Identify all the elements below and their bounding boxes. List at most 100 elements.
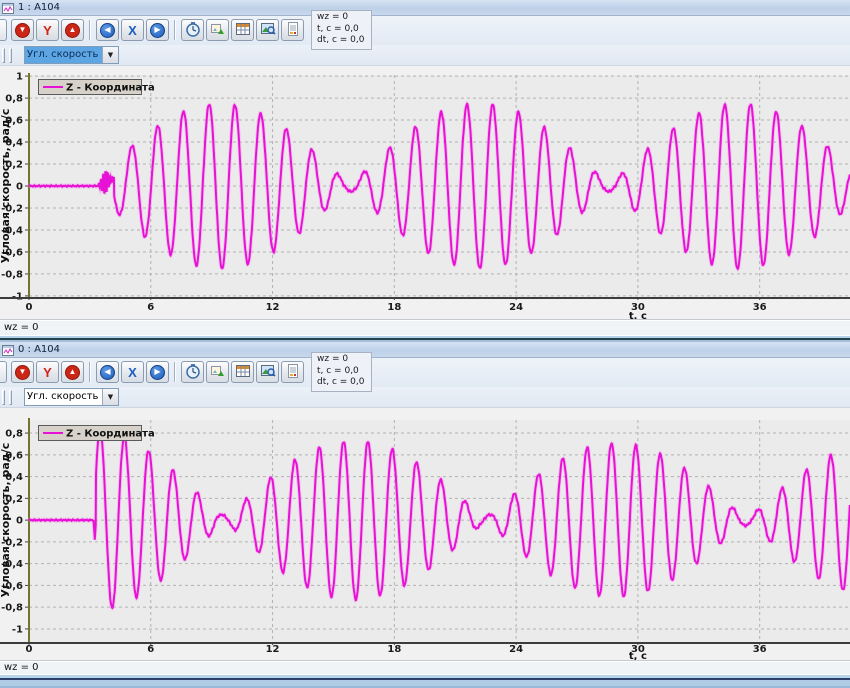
- signal-select-row: Угл. скорость ▼: [0, 45, 850, 66]
- y-axis-button[interactable]: Y: [36, 19, 59, 41]
- readout-dt: dt, c = 0,0: [317, 377, 365, 389]
- toolbar-separator: [174, 20, 176, 40]
- chart-canvas[interactable]: 10,80,60,40,20-0,2-0,4-0,6-0,8-106121824…: [0, 66, 850, 319]
- chart-window-0: 0 : A104 ▼ Y ▲ ◀ X ▶ wz = 0 t, c = 0,0 d…: [0, 342, 850, 674]
- y-down-button[interactable]: ▼: [11, 361, 34, 383]
- picture-magnifier-icon: [260, 21, 276, 40]
- toolbar-grip[interactable]: [0, 19, 7, 41]
- y-axis-title: Угловая скорость, рад/с: [0, 109, 12, 264]
- x-tick-label: 12: [266, 644, 280, 655]
- x-tick-label: 6: [147, 302, 154, 313]
- background-window-edge: [0, 674, 850, 688]
- dropdown-button[interactable]: ▼: [102, 47, 118, 63]
- x-tick-label: 6: [147, 644, 154, 655]
- readout-dt: dt, c = 0,0: [317, 35, 365, 47]
- y-tick-label: -0,8: [1, 269, 23, 280]
- y-axis-button[interactable]: Y: [36, 361, 59, 383]
- image-arrow-icon: [210, 21, 226, 40]
- chart-canvas[interactable]: 0,80,60,40,20-0,2-0,4-0,6-0,8-1061218243…: [0, 408, 850, 660]
- dropdown-button[interactable]: ▼: [102, 389, 118, 405]
- signal-select-row: Угл. скорость ▼: [0, 387, 850, 408]
- window-chart-icon: [2, 344, 14, 356]
- toolbar-grip[interactable]: [0, 361, 7, 383]
- y-tick-label: -1: [12, 624, 23, 635]
- y-tick-label: -0,8: [1, 603, 23, 614]
- readout-t: t, c = 0,0: [317, 366, 365, 378]
- window-title: 1 : A104: [18, 2, 60, 13]
- status-text: wz = 0: [4, 322, 39, 333]
- toolbar-grip[interactable]: [9, 390, 12, 405]
- document-icon: [285, 363, 301, 382]
- report-button[interactable]: [281, 361, 304, 383]
- window-chart-icon: [2, 2, 14, 14]
- y-up-button[interactable]: ▲: [61, 361, 84, 383]
- window-border: [0, 335, 850, 342]
- x-tick-label: 18: [387, 644, 401, 655]
- window-title: 0 : A104: [18, 344, 60, 355]
- x-tick-label: 24: [509, 644, 523, 655]
- x-tick-label: 36: [753, 644, 767, 655]
- toolbar-grip[interactable]: [2, 390, 5, 405]
- chart-area: 0,80,60,40,20-0,2-0,4-0,6-0,8-1061218243…: [0, 408, 850, 660]
- readout-t: t, c = 0,0: [317, 24, 365, 36]
- x-left-button[interactable]: ◀: [96, 19, 119, 41]
- arrow-down-icon: ▼: [15, 365, 30, 380]
- signal-select[interactable]: Угл. скорость ▼: [24, 46, 119, 64]
- toolbar: ▼ Y ▲ ◀ X ▶ wz = 0 t, c = 0,0 dt, c = 0,…: [0, 358, 850, 387]
- y-tick-label: 1: [16, 72, 23, 83]
- picture-magnifier-icon: [260, 363, 276, 382]
- x-axis-button[interactable]: X: [121, 361, 144, 383]
- x-tick-label: 0: [26, 302, 33, 313]
- table-button[interactable]: [231, 361, 254, 383]
- readout-wz: wz = 0: [317, 12, 365, 24]
- y-axis-title: Угловая скорость, рад/с: [0, 443, 12, 598]
- toolbar-separator: [174, 362, 176, 382]
- status-text: wz = 0: [4, 662, 39, 673]
- x-axis-title: t, c: [629, 651, 647, 660]
- toolbar-separator: [89, 362, 91, 382]
- x-tick-label: 18: [387, 302, 401, 313]
- x-tick-label: 36: [753, 302, 767, 313]
- stopwatch-button[interactable]: [181, 361, 204, 383]
- snapshot-button[interactable]: [256, 19, 279, 41]
- arrow-left-icon: ◀: [100, 365, 115, 380]
- x-tick-label: 12: [266, 302, 280, 313]
- stopwatch-icon: [185, 21, 201, 40]
- legend-label: Z - Координата: [66, 83, 155, 94]
- y-tick-label: 0,8: [5, 429, 23, 440]
- export-image-button[interactable]: [206, 19, 229, 41]
- export-image-button[interactable]: [206, 361, 229, 383]
- report-button[interactable]: [281, 19, 304, 41]
- toolbar-grip[interactable]: [9, 48, 12, 63]
- readout-panel: wz = 0 t, c = 0,0 dt, c = 0,0: [311, 352, 372, 392]
- toolbar-grip[interactable]: [2, 48, 5, 63]
- window-titlebar[interactable]: 0 : A104: [0, 342, 850, 358]
- x-right-button[interactable]: ▶: [146, 19, 169, 41]
- status-bar: wz = 0: [0, 319, 850, 335]
- y-down-button[interactable]: ▼: [11, 19, 34, 41]
- table-button[interactable]: [231, 19, 254, 41]
- x-right-button[interactable]: ▶: [146, 361, 169, 383]
- stopwatch-button[interactable]: [181, 19, 204, 41]
- chart-window-1: 1 : A104 ▼ Y ▲ ◀ X ▶ wz = 0 t, c = 0,0 d…: [0, 0, 850, 335]
- table-icon: [235, 21, 251, 40]
- document-icon: [285, 21, 301, 40]
- x-tick-label: 24: [509, 302, 523, 313]
- y-tick-label: 0: [16, 516, 23, 527]
- stopwatch-icon: [185, 363, 201, 382]
- chart-area: 10,80,60,40,20-0,2-0,4-0,6-0,8-106121824…: [0, 66, 850, 319]
- x-tick-label: 0: [26, 644, 33, 655]
- image-arrow-icon: [210, 363, 226, 382]
- window-titlebar[interactable]: 1 : A104: [0, 0, 850, 16]
- legend-label: Z - Координата: [66, 429, 155, 440]
- x-axis-button[interactable]: X: [121, 19, 144, 41]
- y-up-button[interactable]: ▲: [61, 19, 84, 41]
- readout-panel: wz = 0 t, c = 0,0 dt, c = 0,0: [311, 10, 372, 50]
- arrow-left-icon: ◀: [100, 23, 115, 38]
- chevron-down-icon: ▼: [108, 52, 113, 59]
- snapshot-button[interactable]: [256, 361, 279, 383]
- x-axis-title: t, c: [629, 311, 647, 319]
- signal-select[interactable]: Угл. скорость ▼: [24, 388, 119, 406]
- x-left-button[interactable]: ◀: [96, 361, 119, 383]
- chevron-down-icon: ▼: [108, 394, 113, 401]
